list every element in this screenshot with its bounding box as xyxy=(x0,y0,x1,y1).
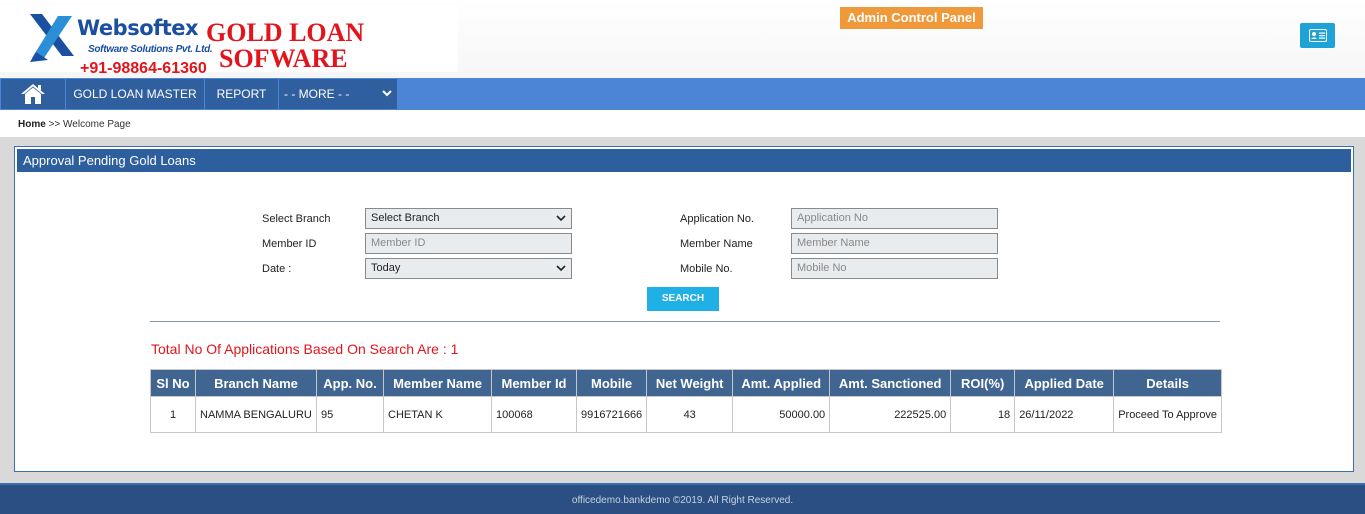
cell-member-name: CHETAN K xyxy=(383,396,492,433)
cell-branch-name: NAMMA BENGALURU xyxy=(195,396,317,433)
nav-more-dropdown[interactable]: - - MORE - - xyxy=(279,79,397,109)
cell-app-no: 95 xyxy=(316,396,384,433)
websoftex-logo-icon xyxy=(30,14,74,62)
result-summary: Total No Of Applications Based On Search… xyxy=(151,341,459,357)
mobile-label: Mobile No. xyxy=(680,263,733,275)
divider xyxy=(150,321,1220,322)
cell-mobile: 9916721666 xyxy=(575,396,648,433)
chevron-down-icon xyxy=(556,215,566,222)
chevron-down-icon xyxy=(382,90,392,97)
cell-sl-no: 1 xyxy=(150,396,196,433)
col-amt-sanctioned: Amt. Sanctioned xyxy=(829,369,952,397)
brand-subtitle: Software Solutions Pvt. Ltd. xyxy=(88,44,213,55)
search-button[interactable]: SEARCH xyxy=(647,287,719,311)
header: Websoftex Software Solutions Pvt. Ltd. +… xyxy=(0,0,1365,78)
col-member-name: Member Name xyxy=(383,369,492,397)
brand-name: Websoftex xyxy=(77,16,199,40)
breadcrumb: Home >> Welcome Page xyxy=(0,110,1365,137)
col-branch-name: Branch Name xyxy=(195,369,317,397)
col-amt-applied: Amt. Applied xyxy=(732,369,831,397)
branch-select-value: Select Branch xyxy=(371,212,440,224)
cell-amt-applied: 50000.00 xyxy=(732,396,831,433)
home-icon xyxy=(21,84,45,104)
admin-control-panel-badge: Admin Control Panel xyxy=(840,7,983,29)
date-select-value: Today xyxy=(371,262,401,274)
date-label: Date : xyxy=(262,263,292,275)
cell-roi: 18 xyxy=(950,396,1016,433)
nav-home-button[interactable] xyxy=(1,79,65,109)
member-id-input[interactable]: Member ID xyxy=(365,233,572,254)
chevron-down-icon xyxy=(556,265,566,272)
col-roi: ROI(%) xyxy=(950,369,1016,397)
cell-applied-date: 26/11/2022 xyxy=(1014,396,1115,433)
table-header-row: Sl No Branch Name App. No. Member Name M… xyxy=(150,369,1223,397)
col-sl-no: Sl No xyxy=(150,369,196,397)
col-mobile: Mobile xyxy=(575,369,648,397)
branch-label: Select Branch xyxy=(262,213,331,225)
nav-gold-loan-master[interactable]: GOLD LOAN MASTER xyxy=(66,79,204,109)
footer: officedemo.bankdemo ©2019. All Right Res… xyxy=(0,483,1365,514)
table-row: 1 NAMMA BENGALURU 95 CHETAN K 100068 991… xyxy=(150,396,1223,433)
date-select[interactable]: Today xyxy=(365,258,572,279)
col-app-no: App. No. xyxy=(316,369,384,397)
id-card-icon xyxy=(1308,29,1327,42)
cell-member-id: 100068 xyxy=(491,396,577,433)
breadcrumb-current: Welcome Page xyxy=(63,119,131,130)
col-applied-date: Applied Date xyxy=(1014,369,1115,397)
panel-title: Approval Pending Gold Loans xyxy=(17,149,1351,172)
main-nav: GOLD LOAN MASTER REPORT - - MORE - - xyxy=(0,78,1365,110)
col-member-id: Member Id xyxy=(491,369,577,397)
profile-button[interactable] xyxy=(1300,23,1335,48)
results-table: Sl No Branch Name App. No. Member Name M… xyxy=(150,369,1223,433)
member-name-label: Member Name xyxy=(680,238,753,250)
cell-net-weight: 43 xyxy=(646,396,734,433)
breadcrumb-home[interactable]: Home xyxy=(18,119,46,130)
mobile-input[interactable]: Mobile No xyxy=(791,258,998,279)
col-net-weight: Net Weight xyxy=(646,369,734,397)
logo: Websoftex Software Solutions Pvt. Ltd. +… xyxy=(0,6,458,77)
app-no-input[interactable]: Application No xyxy=(791,208,998,229)
member-id-label: Member ID xyxy=(262,238,317,250)
breadcrumb-separator: >> xyxy=(48,119,61,130)
app-no-label: Application No. xyxy=(680,213,754,225)
proceed-to-approve-link[interactable]: Proceed To Approve xyxy=(1113,396,1223,433)
approval-panel: Approval Pending Gold Loans Select Branc… xyxy=(14,146,1354,472)
branch-select[interactable]: Select Branch xyxy=(365,208,572,229)
member-name-input[interactable]: Member Name xyxy=(791,233,998,254)
col-details: Details xyxy=(1113,369,1223,397)
product-title-line2: SOFWARE xyxy=(219,44,348,73)
nav-more-label: - - MORE - - xyxy=(284,87,350,101)
brand-phone: +91-98864-61360 xyxy=(80,60,207,77)
nav-report[interactable]: REPORT xyxy=(205,79,278,109)
cell-amt-sanctioned: 222525.00 xyxy=(829,396,952,433)
